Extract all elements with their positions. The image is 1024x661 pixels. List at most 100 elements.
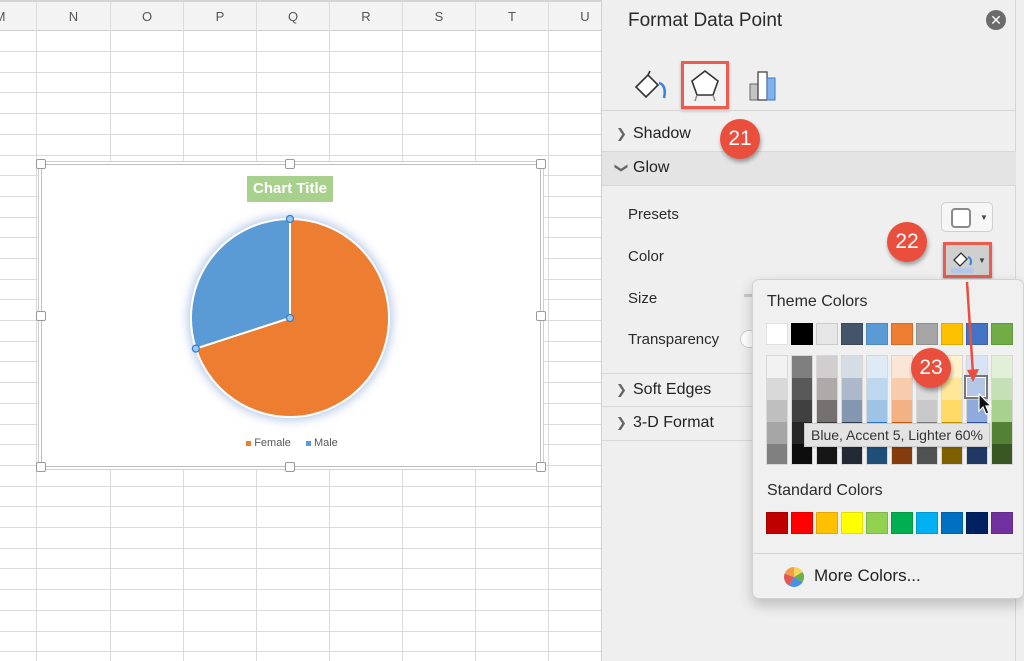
theme-color-swatch[interactable] [816,323,838,345]
step-callout-23: 23 [911,348,951,388]
section-soft-edges-label: Soft Edges [633,381,712,398]
column-header-o[interactable]: O [110,2,183,31]
step-callout-22: 22 [887,222,927,262]
data-point-selection-handle[interactable] [285,214,295,224]
theme-color-swatch[interactable] [766,323,788,345]
standard-color-swatch[interactable] [891,512,913,534]
column-header-n[interactable]: N [36,2,110,31]
grid-row-line [0,568,601,569]
grid-row-line [0,72,601,73]
standard-color-swatch[interactable] [866,512,888,534]
data-point-selection-handle[interactable] [285,313,295,323]
theme-shade-swatch[interactable] [842,356,862,378]
theme-shade-swatch[interactable] [792,444,812,464]
standard-color-swatch[interactable] [766,512,788,534]
theme-shade-swatch[interactable] [892,400,912,422]
data-point-selection-handle[interactable] [191,344,200,353]
theme-shade-swatch[interactable] [992,444,1012,464]
glow-color-dropdown[interactable]: ▼ [943,242,992,278]
theme-shade-swatch[interactable] [767,400,787,422]
theme-color-swatch[interactable] [841,323,863,345]
theme-shade-swatch[interactable] [792,400,812,422]
mouse-cursor-icon [978,393,993,415]
theme-shade-swatch[interactable] [892,444,912,464]
theme-shade-swatch[interactable] [942,444,962,464]
column-header-r[interactable]: R [329,2,402,31]
standard-color-swatch[interactable] [816,512,838,534]
resize-handle-mr[interactable] [536,311,546,321]
theme-shade-swatch[interactable] [892,356,912,378]
theme-shade-swatch[interactable] [867,444,887,464]
theme-shade-swatch[interactable] [892,378,912,400]
tab-series-options[interactable] [744,62,788,108]
theme-shade-swatch[interactable] [992,356,1012,378]
theme-shade-swatch[interactable] [792,378,812,400]
paint-bucket-icon [634,70,667,99]
chart-legend[interactable]: Female Male [42,437,542,449]
grid-row-line [0,506,601,507]
standard-color-swatch[interactable] [841,512,863,534]
theme-shade-swatch[interactable] [917,400,937,422]
resize-handle-bl[interactable] [36,462,46,472]
theme-shade-swatch[interactable] [767,422,787,444]
pane-title: Format Data Point [628,10,783,31]
theme-shade-swatch[interactable] [842,378,862,400]
column-header-t[interactable]: T [475,2,548,31]
resize-handle-tl[interactable] [36,159,46,169]
standard-color-swatch[interactable] [791,512,813,534]
theme-color-swatch[interactable] [991,323,1013,345]
theme-shade-swatch[interactable] [867,378,887,400]
theme-shade-swatch[interactable] [992,378,1012,400]
theme-color-swatch[interactable] [791,323,813,345]
tab-effects[interactable] [681,61,729,109]
tab-fill-line[interactable] [628,62,672,108]
chart-area[interactable]: Chart Title Female Male [41,164,541,467]
resize-handle-bm[interactable] [285,462,295,472]
bar-chart-icon [749,71,776,101]
standard-color-swatch[interactable] [991,512,1013,534]
theme-shade-swatch[interactable] [842,444,862,464]
resize-handle-ml[interactable] [36,311,46,321]
theme-shade-swatch[interactable] [867,400,887,422]
theme-shade-swatch[interactable] [817,378,837,400]
theme-shade-swatch[interactable] [817,400,837,422]
legend-item-female[interactable]: Female [246,437,291,449]
column-header-p[interactable]: P [183,2,256,31]
section-shadow[interactable]: ❯ Shadow [602,118,1016,152]
section-glow[interactable]: ❯ Glow [602,152,1016,186]
theme-shade-swatch[interactable] [817,444,837,464]
theme-shade-swatch[interactable] [817,356,837,378]
column-header-q[interactable]: Q [256,2,329,31]
theme-color-swatch[interactable] [891,323,913,345]
theme-shade-swatch[interactable] [767,356,787,378]
column-header-u[interactable]: U [548,2,601,31]
presets-dropdown[interactable]: ▼ [941,202,993,232]
standard-color-swatch[interactable] [941,512,963,534]
theme-shade-swatch[interactable] [767,444,787,464]
standard-color-swatch[interactable] [966,512,988,534]
more-colors-label: More Colors... [814,566,921,585]
theme-shade-swatch[interactable] [867,356,887,378]
legend-item-male[interactable]: Male [305,437,338,449]
pie-chart[interactable] [42,165,542,468]
resize-handle-br[interactable] [536,462,546,472]
theme-shade-swatch[interactable] [992,400,1012,422]
theme-shade-column [841,355,863,465]
theme-shade-swatch[interactable] [967,444,987,464]
theme-shade-swatch[interactable] [842,400,862,422]
theme-shade-swatch[interactable] [792,356,812,378]
resize-handle-tr[interactable] [536,159,546,169]
theme-shade-swatch[interactable] [942,400,962,422]
close-icon[interactable]: ✕ [986,10,1006,30]
column-header-s[interactable]: S [402,2,475,31]
color-wheel-icon [784,567,804,587]
theme-color-swatch[interactable] [916,323,938,345]
chevron-right-icon: ❯ [616,415,627,430]
theme-color-swatch[interactable] [866,323,888,345]
theme-shade-swatch[interactable] [767,378,787,400]
standard-color-swatch[interactable] [916,512,938,534]
resize-handle-tm[interactable] [285,159,295,169]
theme-shade-swatch[interactable] [917,444,937,464]
theme-shade-swatch[interactable] [992,422,1012,444]
column-header-m[interactable]: M [0,2,36,31]
